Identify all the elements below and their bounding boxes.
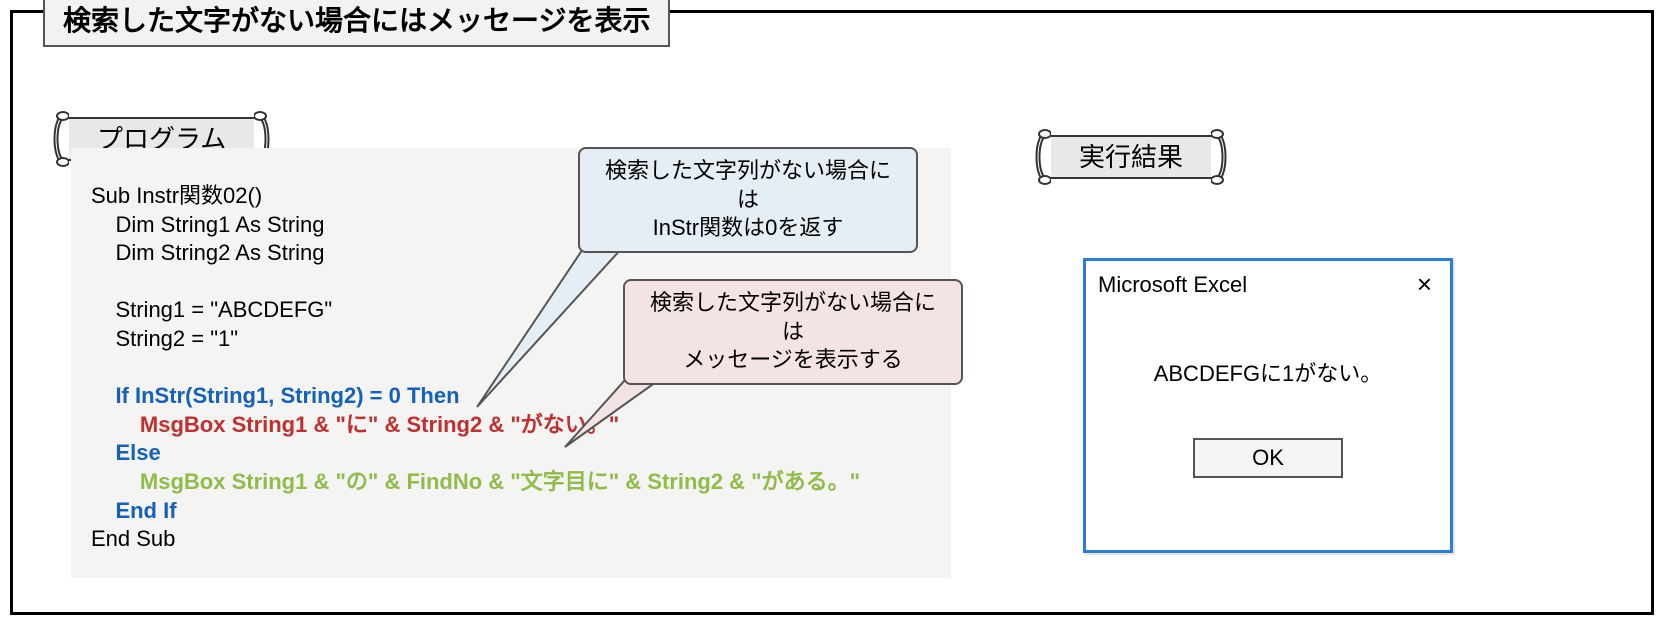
code-line: Sub Instr関数02() — [91, 183, 262, 208]
result-banner: 実行結果 — [1023, 131, 1239, 183]
code-line-endif: End If — [91, 498, 177, 523]
callout-text: 検索した文字列がない場合には — [641, 289, 945, 346]
message-box: Microsoft Excel × ABCDEFGに1がない。 OK — [1083, 258, 1453, 553]
message-box-footer: OK — [1086, 438, 1450, 492]
callout-text: 検索した文字列がない場合には — [596, 157, 900, 214]
outer-frame: 検索した文字がない場合にはメッセージを表示 プログラム 実行結果 Sub Ins… — [10, 10, 1654, 615]
code-line: String1 = "ABCDEFG" — [91, 297, 332, 322]
callout-text: InStr関数は0を返す — [596, 214, 900, 243]
code-line: Dim String1 As String — [91, 212, 325, 237]
ok-button[interactable]: OK — [1193, 438, 1343, 478]
code-line-else: Else — [91, 440, 161, 465]
callout-text: メッセージを表示する — [641, 346, 945, 375]
code-line-if: If InStr(String1, String2) = 0 Then — [91, 383, 460, 408]
message-box-title: Microsoft Excel — [1098, 272, 1247, 298]
code-line-msgbox2: MsgBox String1 & "の" & FindNo & "文字目に" &… — [91, 469, 860, 494]
main-title: 検索した文字がない場合にはメッセージを表示 — [43, 0, 670, 47]
scroll-left-icon — [1023, 128, 1051, 186]
scroll-right-icon — [1211, 128, 1239, 186]
code-line-msgbox: MsgBox String1 & "に" & String2 & "がない。" — [91, 412, 619, 437]
code-line: End Sub — [91, 526, 175, 551]
code-line: Dim String2 As String — [91, 240, 325, 265]
scroll-left-icon — [41, 110, 69, 168]
callout-pink: 検索した文字列がない場合には メッセージを表示する — [623, 279, 963, 385]
code-line: String2 = "1" — [91, 326, 238, 351]
message-box-titlebar: Microsoft Excel × — [1086, 261, 1450, 308]
callout-blue: 検索した文字列がない場合には InStr関数は0を返す — [578, 147, 918, 253]
result-label: 実行結果 — [1051, 135, 1211, 179]
close-icon[interactable]: × — [1411, 269, 1438, 300]
message-box-body: ABCDEFGに1がない。 — [1086, 308, 1450, 438]
